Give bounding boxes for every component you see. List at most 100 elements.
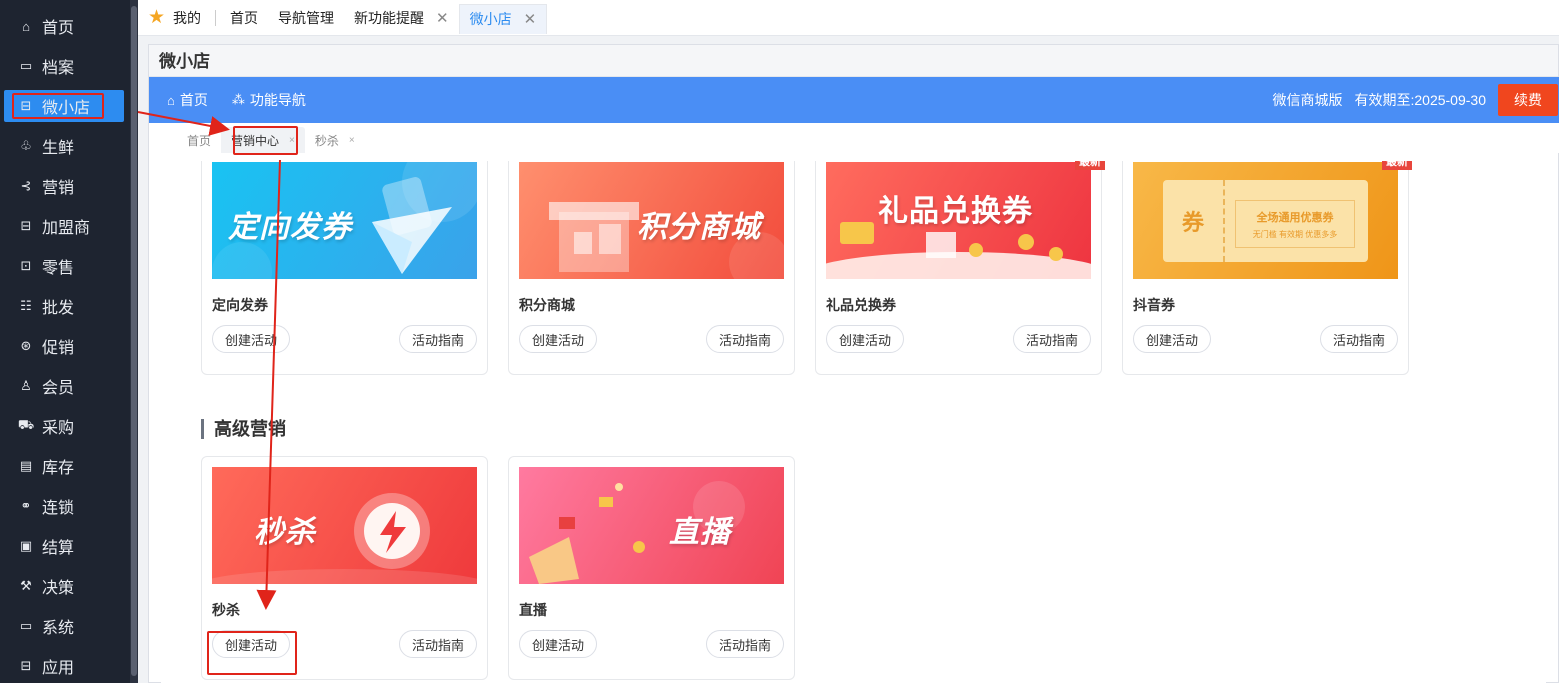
- home-icon: ⌂: [167, 92, 175, 108]
- inventory-icon: ▤: [19, 458, 33, 473]
- create-activity-button[interactable]: 创建活动: [519, 325, 597, 353]
- shop-header-bar: ⌂ 首页 ⁂ 功能导航 微信商城版 有效期至:2025-09-30 续费: [149, 77, 1559, 123]
- tab-new-feature-label: 新功能提醒: [354, 9, 425, 26]
- banner-text: 礼品兑换券: [878, 195, 1033, 228]
- edition-label: 微信商城版: [1272, 92, 1343, 108]
- subtab-home-label: 首页: [187, 133, 212, 148]
- header-home-link[interactable]: ⌂ 首页: [167, 90, 208, 110]
- banner-text: 直播: [669, 516, 731, 549]
- sidebar-item[interactable]: ⌂ 首页: [4, 10, 124, 42]
- card-title: 定向发券: [212, 297, 268, 313]
- retail-icon: ⊡: [20, 258, 32, 273]
- banner-flash-sale[interactable]: 秒杀: [212, 467, 477, 584]
- sidebar-item[interactable]: ⊡ 零售: [4, 250, 124, 282]
- sidebar-item[interactable]: ▤ 库存: [4, 450, 124, 482]
- close-icon[interactable]: ✕: [524, 10, 537, 28]
- tab-micro-shop[interactable]: 微小店 ✕: [458, 3, 548, 34]
- tab-home-label: 首页: [230, 9, 259, 26]
- sidebar-item[interactable]: ⊟ 微小店: [4, 90, 124, 122]
- sidebar-item[interactable]: ☷ 批发: [4, 290, 124, 322]
- banner-douyin-coupon[interactable]: 券 全场通用优惠券 无门槛 有效期 优惠多多: [1133, 162, 1398, 279]
- grid-icon: ⁂: [231, 92, 245, 107]
- card-title: 积分商城: [519, 297, 575, 313]
- header-function-nav-label: 功能导航: [249, 92, 306, 108]
- card-douyin-coupon: 券 全场通用优惠券 无门槛 有效期 优惠多多 最新 抖音券 创建活动 活动指南: [1122, 161, 1412, 375]
- sidebar-item[interactable]: ▭ 档案: [4, 50, 124, 82]
- header-function-nav-link[interactable]: ⁂ 功能导航: [232, 90, 306, 110]
- create-activity-button[interactable]: 创建活动: [212, 325, 290, 353]
- megaphone-icon: [529, 481, 745, 584]
- activity-guide-button[interactable]: 活动指南: [399, 630, 477, 658]
- card-title: 直播: [519, 602, 547, 618]
- coupon-main-text: 全场通用优惠券: [1256, 211, 1334, 224]
- sidebar-item[interactable]: ⛟ 采购: [4, 410, 124, 442]
- sidebar-item-label: 决策: [42, 580, 75, 597]
- create-activity-button[interactable]: 创建活动: [519, 630, 597, 658]
- sidebar-item[interactable]: ♙ 会员: [4, 370, 124, 402]
- franchise-icon: ⊟: [20, 218, 32, 233]
- sidebar-item-label: 加盟商: [42, 220, 91, 237]
- sidebar-item-label: 首页: [42, 20, 75, 37]
- tab-nav-manage[interactable]: 导航管理: [268, 0, 344, 36]
- sidebar-item[interactable]: ⚭ 连锁: [4, 490, 124, 522]
- sidebar-item[interactable]: ▣ 结算: [4, 530, 124, 562]
- sidebar-item[interactable]: ⊛ 促销: [4, 330, 124, 362]
- subtab-flash-sale[interactable]: 秒杀 ×: [305, 127, 365, 153]
- sidebar-item[interactable]: ⚒ 决策: [4, 570, 124, 602]
- activity-guide-button[interactable]: 活动指南: [706, 630, 784, 658]
- coupon-sub-text: 无门槛 有效期 优惠多多: [1252, 229, 1338, 239]
- renew-button[interactable]: 续费: [1498, 84, 1558, 116]
- link-icon: ⚭: [20, 498, 32, 513]
- banner-live-stream[interactable]: 直播: [519, 467, 784, 584]
- folder-icon: ▭: [19, 58, 33, 73]
- sidebar-item-label: 会员: [42, 380, 75, 397]
- banner-text: 定向发券: [228, 211, 352, 244]
- marketing-center-content: 定向发券 定向发券 创建活动 活动指南 积分商城 积分商城 创建活动 活动指南: [161, 161, 1546, 683]
- wholesale-icon: ☷: [20, 298, 32, 313]
- member-icon: ♙: [20, 378, 32, 393]
- star-icon: ★: [148, 7, 166, 28]
- sidebar-item-label: 系统: [42, 620, 75, 637]
- sidebar-item-label: 生鲜: [42, 140, 75, 157]
- sidebar-item[interactable]: ⊟ 应用: [4, 650, 124, 682]
- create-activity-button[interactable]: 创建活动: [826, 325, 904, 353]
- card-title: 礼品兑换券: [826, 297, 896, 313]
- coupon-ticket: 券 全场通用优惠券 无门槛 有效期 优惠多多: [1163, 180, 1368, 262]
- banner-directed-coupon[interactable]: 定向发券: [212, 162, 477, 279]
- window-title: 微小店: [149, 45, 1558, 77]
- cart-icon: ⛟: [17, 417, 35, 432]
- card-title: 抖音券: [1133, 297, 1175, 313]
- sidebar-item[interactable]: ⊟ 加盟商: [4, 210, 124, 242]
- gavel-icon: ⚒: [20, 578, 32, 593]
- activity-guide-button[interactable]: 活动指南: [1320, 325, 1398, 353]
- tab-mine[interactable]: ★ 我的: [138, 0, 211, 36]
- sidebar-item-label: 结算: [42, 540, 75, 557]
- sidebar-item-label: 连锁: [42, 500, 75, 517]
- tab-divider: [215, 9, 217, 26]
- banner-gift-voucher[interactable]: 礼品兑换券: [826, 162, 1091, 279]
- close-icon[interactable]: ×: [349, 135, 355, 146]
- create-activity-button[interactable]: 创建活动: [1133, 325, 1211, 353]
- tab-home[interactable]: 首页: [220, 0, 268, 36]
- settlement-icon: ▣: [19, 538, 33, 553]
- micro-shop-window: 微小店 ⌂ 首页 ⁂ 功能导航 微信商城版 有效期至:2025-09-30 续费…: [148, 44, 1559, 683]
- close-icon[interactable]: ✕: [436, 9, 449, 27]
- promotion-icon: ⊛: [20, 338, 32, 353]
- validity-label: 有效期至:2025-09-30: [1354, 92, 1486, 108]
- sidebar-item[interactable]: ⊰ 营销: [4, 170, 124, 202]
- banner-text: 秒杀: [254, 516, 316, 549]
- app-icon: ⊟: [20, 658, 32, 673]
- banner-points-mall[interactable]: 积分商城: [519, 162, 784, 279]
- sidebar-item[interactable]: ▭ 系统: [4, 610, 124, 642]
- activity-guide-button[interactable]: 活动指南: [399, 325, 477, 353]
- sidebar-scrollbar-thumb[interactable]: [131, 6, 137, 676]
- tab-nav-manage-label: 导航管理: [278, 9, 335, 26]
- home-icon: ⌂: [22, 18, 30, 34]
- subtab-home[interactable]: 首页: [177, 127, 221, 153]
- activity-guide-button[interactable]: 活动指南: [1013, 325, 1091, 353]
- activity-guide-button[interactable]: 活动指南: [706, 325, 784, 353]
- sidebar-item[interactable]: ♧ 生鲜: [4, 130, 124, 162]
- sidebar: ⌂ 首页 ▭ 档案 ⊟ 微小店 ♧ 生鲜 ⊰ 营销 ⊟ 加盟商 ⊡ 零售 ☷ 批发 ⊛ 促销 ♙ 会员 ⛟ 采购 ▤ 库存 ⚭ 连…: [0, 0, 138, 683]
- tab-new-feature[interactable]: 新功能提醒 ✕: [344, 0, 459, 36]
- top-tab-bar: ★ 我的 首页 导航管理 新功能提醒 ✕ 微小店 ✕: [138, 0, 1559, 36]
